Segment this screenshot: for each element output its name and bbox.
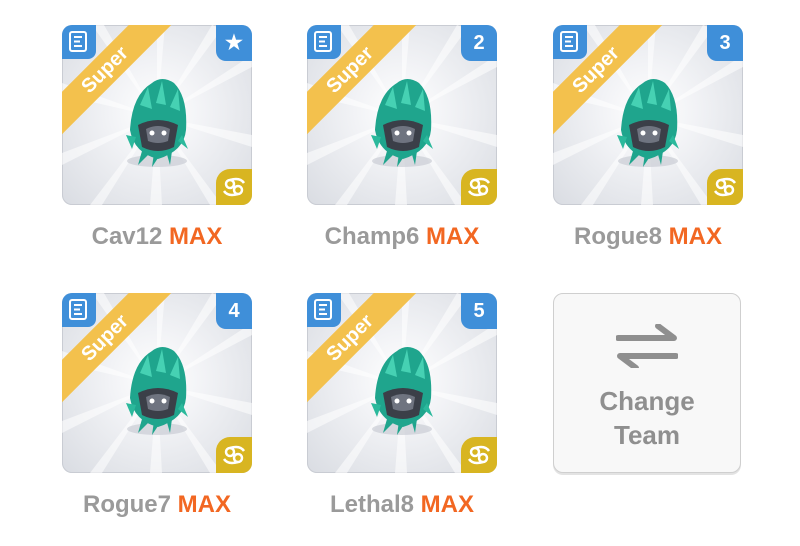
cancer-zodiac-icon: [222, 445, 246, 465]
slot-number-badge: 2: [461, 25, 497, 61]
monster-label: Rogue7 MAX: [42, 491, 272, 519]
monster-name: Rogue8: [573, 223, 662, 250]
element-badge: [216, 437, 252, 473]
monster-image: [126, 347, 188, 435]
monster-name: Rogue7: [82, 491, 171, 518]
change-team-line2: Team: [614, 420, 680, 450]
monster-image: [371, 347, 433, 435]
cancer-zodiac-icon: [467, 445, 491, 465]
book-icon: [314, 31, 332, 52]
star-icon: ★: [225, 32, 243, 54]
monster-label: Lethal8 MAX: [287, 491, 517, 519]
monster-image: [617, 79, 679, 167]
info-badge[interactable]: [62, 25, 96, 59]
book-icon: [314, 299, 332, 320]
cancer-zodiac-icon: [467, 177, 491, 197]
level-max: MAX: [420, 491, 475, 518]
level-max: MAX: [426, 223, 480, 250]
level-max: MAX: [668, 223, 723, 250]
info-badge[interactable]: [307, 25, 341, 59]
book-icon: [69, 31, 87, 52]
monster-name: Cav12: [91, 223, 163, 250]
monster-card[interactable]: Super 3: [553, 25, 743, 205]
monster-name: Champ6: [324, 223, 420, 250]
monster-card[interactable]: Super 5: [307, 293, 497, 473]
info-badge[interactable]: [553, 25, 587, 59]
slot-number-badge: 4: [216, 293, 252, 329]
book-icon: [69, 299, 87, 320]
monster-label: Rogue8 MAX: [533, 223, 763, 251]
info-badge[interactable]: [62, 293, 96, 327]
info-badge[interactable]: [307, 293, 341, 327]
element-badge: [216, 169, 252, 205]
change-team-button[interactable]: Change Team: [553, 293, 741, 473]
element-badge: [461, 437, 497, 473]
leader-star-badge: ★: [216, 25, 252, 61]
monster-image: [126, 79, 188, 167]
cancer-zodiac-icon: [713, 177, 737, 197]
slot-number-badge: 3: [707, 25, 743, 61]
monster-card[interactable]: Super ★: [62, 25, 252, 205]
book-icon: [560, 31, 578, 52]
monster-label: Champ6 MAX: [287, 223, 517, 251]
change-team-label: Change Team: [554, 384, 740, 452]
slot-number-badge: 5: [461, 293, 497, 329]
monster-name: Lethal8: [329, 491, 414, 518]
element-badge: [461, 169, 497, 205]
change-team-line1: Change: [599, 386, 695, 416]
monster-card[interactable]: Super 4: [62, 293, 252, 473]
monster-card[interactable]: Super 2: [307, 25, 497, 205]
level-max: MAX: [177, 491, 232, 518]
level-max: MAX: [169, 223, 223, 250]
element-badge: [707, 169, 743, 205]
cancer-zodiac-icon: [222, 177, 246, 197]
swap-arrows-icon: [616, 324, 678, 368]
monster-label: Cav12 MAX: [42, 223, 272, 251]
monster-image: [371, 79, 433, 167]
